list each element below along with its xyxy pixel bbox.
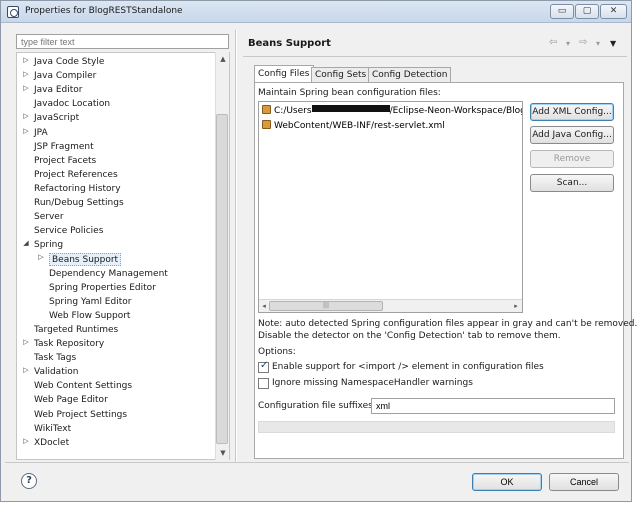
collapsed-arrow-icon[interactable]: ▷: [22, 70, 30, 83]
eclipse-icon: [7, 6, 19, 18]
ignore-missing-label: Ignore missing NamespaceHandler warnings: [272, 378, 473, 388]
tree-item[interactable]: Spring: [34, 239, 63, 252]
close-button[interactable]: ✕: [600, 4, 627, 19]
file-path: WebContent/WEB-INF/rest-servlet.xml: [274, 121, 445, 131]
tree-scroll-thumb[interactable]: [216, 114, 228, 444]
remove-button[interactable]: Remove: [530, 150, 614, 168]
file-path-prefix: C:/Users: [274, 106, 312, 116]
panel-splitter[interactable]: [235, 30, 237, 462]
suffixes-input[interactable]: [371, 398, 615, 414]
tree-item[interactable]: Refactoring History: [34, 183, 121, 196]
collapsed-arrow-icon[interactable]: ▷: [22, 84, 30, 97]
config-files-heading: Maintain Spring bean configuration files…: [258, 88, 441, 98]
tree-item[interactable]: Dependency Management: [49, 268, 168, 281]
help-icon[interactable]: ?: [21, 473, 37, 489]
tree-item[interactable]: Task Tags: [34, 352, 76, 365]
tree-item[interactable]: Javadoc Location: [34, 98, 110, 111]
suffixes-label: Configuration file suffixes:: [258, 401, 376, 411]
note-line-2: Disable the detector on the 'Config Dete…: [258, 331, 561, 341]
collapsed-arrow-icon[interactable]: ▷: [22, 366, 30, 379]
collapsed-arrow-icon[interactable]: ▷: [22, 56, 30, 69]
header-divider: [243, 56, 627, 57]
title-bar[interactable]: Properties for BlogRESTStandalone ▭ ▢ ✕: [1, 1, 631, 23]
tab-config-files[interactable]: Config Files: [254, 65, 314, 83]
tab-config-sets[interactable]: Config Sets: [311, 67, 371, 82]
tree-item[interactable]: Java Editor: [34, 84, 83, 97]
tree-item[interactable]: Web Page Editor: [34, 394, 108, 407]
scroll-down-icon[interactable]: ▼: [216, 447, 230, 459]
tree-item[interactable]: Service Policies: [34, 225, 103, 238]
add-java-config-button[interactable]: Add Java Config...: [530, 126, 614, 144]
tree-item[interactable]: Run/Debug Settings: [34, 197, 124, 210]
expanded-arrow-icon[interactable]: ◢: [22, 239, 30, 252]
view-menu-icon[interactable]: ▼: [610, 39, 616, 48]
tree-item[interactable]: Spring Properties Editor: [49, 282, 156, 295]
spring-bean-file-icon: [262, 120, 271, 129]
config-file-list[interactable]: C:/Users/Eclipse-Neon-Workspace/BlogR We…: [258, 101, 523, 313]
forward-arrow-icon[interactable]: ⇨: [579, 37, 587, 48]
tree-item[interactable]: Web Flow Support: [49, 310, 130, 323]
collapsed-arrow-icon[interactable]: ▷: [22, 112, 30, 125]
tree-item[interactable]: Task Repository: [34, 338, 104, 351]
tree-item[interactable]: Project Facets: [34, 155, 96, 168]
tree-item[interactable]: Spring Yaml Editor: [49, 296, 131, 309]
file-list-hscroll-thumb[interactable]: |||: [269, 301, 383, 311]
tree-item[interactable]: JavaScript: [34, 112, 79, 125]
tree-item[interactable]: Server: [34, 211, 64, 224]
redacted-username: [311, 105, 390, 112]
filter-input[interactable]: [16, 34, 229, 49]
tree-item[interactable]: XDoclet: [34, 437, 69, 450]
file-path-suffix: /Eclipse-Neon-Workspace/BlogR: [389, 106, 523, 116]
scroll-left-icon[interactable]: ◂: [259, 300, 269, 312]
ok-button[interactable]: OK: [472, 473, 542, 491]
tree-item[interactable]: JSP Fragment: [34, 141, 94, 154]
list-item[interactable]: WebContent/WEB-INF/rest-servlet.xml: [262, 119, 445, 133]
back-menu-icon[interactable]: ▾: [566, 39, 570, 48]
properties-dialog: Properties for BlogRESTStandalone ▭ ▢ ✕ …: [0, 0, 637, 502]
collapsed-arrow-icon[interactable]: ▷: [22, 338, 30, 351]
tree-item[interactable]: Web Project Settings: [34, 409, 127, 422]
collapsed-arrow-icon[interactable]: ▷: [22, 127, 30, 140]
cancel-button[interactable]: Cancel: [549, 473, 619, 491]
page-title: Beans Support: [248, 38, 331, 49]
tree-item[interactable]: JPA: [34, 127, 48, 140]
tree-item[interactable]: Java Compiler: [34, 70, 96, 83]
tree-item[interactable]: Project References: [34, 169, 118, 182]
add-xml-config-button[interactable]: Add XML Config...: [530, 103, 614, 121]
forward-menu-icon[interactable]: ▾: [596, 39, 600, 48]
tree-item[interactable]: Web Content Settings: [34, 380, 132, 393]
spring-bean-file-icon: [262, 105, 271, 114]
minimize-button[interactable]: ▭: [550, 4, 574, 19]
property-tree: ▷ Java Code Style ▷ Java Compiler ▷ Java Edit…: [16, 52, 230, 460]
options-label: Options:: [258, 347, 296, 357]
footer-divider: [5, 462, 629, 463]
scan-button[interactable]: Scan...: [530, 174, 614, 192]
tree-item[interactable]: WikiText: [34, 423, 71, 436]
ignore-missing-checkbox[interactable]: [258, 378, 269, 389]
tab-config-detection[interactable]: Config Detection: [368, 67, 452, 82]
collapsed-arrow-icon[interactable]: ▷: [22, 437, 30, 450]
scroll-right-icon[interactable]: ▸: [511, 300, 521, 312]
back-arrow-icon[interactable]: ⇦: [549, 37, 557, 48]
tree-item[interactable]: Targeted Runtimes: [34, 324, 118, 337]
enable-import-label: Enable support for <import /> element in…: [272, 362, 544, 372]
list-item[interactable]: C:/Users/Eclipse-Neon-Workspace/BlogR: [262, 104, 523, 118]
note-line-1: Note: auto detected Spring configuration…: [258, 319, 638, 329]
status-area: [258, 421, 615, 433]
window-title: Properties for BlogRESTStandalone: [25, 6, 183, 16]
maximize-button[interactable]: ▢: [575, 4, 599, 19]
tree-item[interactable]: Beans Support: [49, 253, 122, 267]
tree-item[interactable]: Java Code Style: [34, 56, 104, 69]
scroll-up-icon[interactable]: ▲: [216, 53, 230, 65]
tree-item[interactable]: Validation: [34, 366, 78, 379]
enable-import-checkbox[interactable]: [258, 360, 269, 373]
collapsed-arrow-icon[interactable]: ▷: [37, 253, 45, 266]
